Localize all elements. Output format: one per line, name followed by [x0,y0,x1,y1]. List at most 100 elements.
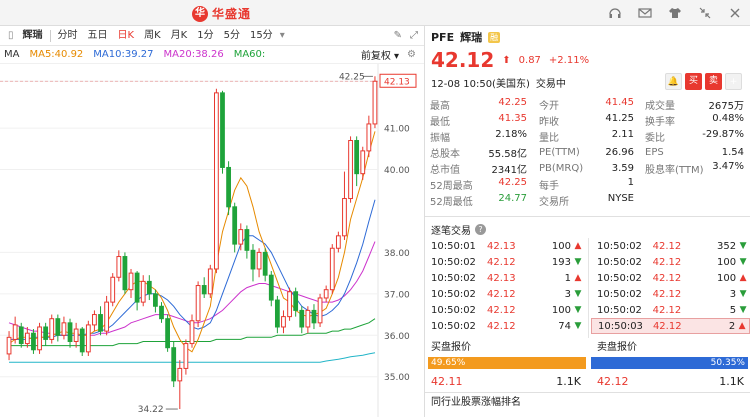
tab-period-weekly-k[interactable]: 周K [139,26,166,46]
candle-body [183,343,189,369]
stats-value: 2675万 [708,100,744,112]
stats-value: 2.18% [495,128,527,140]
chevron-down-icon: ▾ [390,51,400,62]
stats-value: 41.45 [605,96,634,108]
industry-ranking-header[interactable]: 同行业股票涨幅排名 [425,392,750,412]
sell-button[interactable]: 卖 [705,73,722,90]
candle-body [256,251,262,270]
arrow-up-icon: ▲ [574,273,582,283]
brand-logo: 华 华盛通 [192,5,251,22]
stats-row: 52周最低 24.77 交易所 NYSE [425,192,750,208]
adjust-label: 前复权 [360,51,391,62]
stats-cell: 总市值 2341亿 [425,161,533,176]
candle-body [43,326,49,340]
title-bar: 华 华盛通 [0,0,750,26]
candle-body [238,229,244,245]
divider [425,216,750,217]
ma-indicator-row: MA MA5:40.92 MA10:39.27 MA20:38.26 MA60:… [0,46,424,64]
title-icons [608,6,742,20]
tab-period-daily-k[interactable]: 日K [113,26,140,46]
trade-volume: 100 [717,256,737,268]
arrow-up-icon: ▲ [739,273,747,283]
help-icon[interactable]: ? [475,223,486,235]
stats-value: 26.96 [605,146,634,158]
stats-value: 2341亿 [491,164,527,176]
trade-time: 10:50:02 [431,304,476,316]
trade-row: 10:50:02 42.13 1 ▲ [425,270,587,286]
candle-body [165,318,170,349]
candle-body [189,320,195,345]
stock-code: PFE [431,30,455,44]
alert-bell-button[interactable]: 🔔 [665,73,682,90]
tab-period-5day[interactable]: 五日 [83,26,113,46]
fullscreen-icon[interactable]: ⤢ [410,30,418,41]
trade-row: 10:50:02 42.12 74 ▼ [425,318,587,334]
y-tick-label: 36.00 [384,332,410,342]
trades-list-right: 10:50:02 42.12 352 ▼ 10:50:02 42.12 100 ▼ 10:50:… [591,238,750,334]
candlestick-chart[interactable]: 42.1341.0040.0038.0037.0036.0035.0042.13… [0,64,425,417]
candle-body [329,247,335,291]
candle-body [6,336,12,355]
headset-icon[interactable] [608,6,622,20]
stats-label: 换手率 [645,116,675,128]
draw-pen-icon[interactable]: ✎ [394,30,402,41]
trade-row: 10:50:02 42.12 3 ▼ [425,286,587,302]
divider [588,238,589,338]
stats-value: 24.77 [498,192,527,204]
trade-price: 42.13 [487,240,516,252]
ask-label: 卖盘报价 [597,342,637,353]
trade-row: 10:50:01 42.13 100 ▲ [425,238,587,254]
trade-volume: 2 [728,320,736,332]
candle-body [372,80,378,125]
tab-period-5min[interactable]: 5分 [219,26,245,46]
trade-time: 10:50:02 [597,272,642,284]
stats-label: 委比 [645,132,665,144]
candle-body [201,285,207,295]
trade-row: 10:50:02 42.12 193 ▼ [425,254,587,270]
tab-period-monthly-k[interactable]: 月K [166,26,193,46]
tab-period-timeshare[interactable]: 分时 [53,26,83,46]
more-periods-icon[interactable]: ▾ [278,26,287,46]
trade-volume: 193 [551,256,571,268]
shirt-icon[interactable] [668,6,682,20]
stats-value: 1.54 [721,146,744,158]
stats-label: 成交量 [645,100,675,112]
stats-label: 每手 [539,180,559,192]
buy-button[interactable]: 买 [685,73,702,90]
stats-cell: 最高 42.25 [425,97,533,112]
candle-body [342,198,347,237]
trade-time: 10:50:02 [431,288,476,300]
collapse-icon[interactable] [698,6,712,20]
tab-period-1min[interactable]: 1分 [192,26,218,46]
candle-body [232,206,238,245]
price-change-pct: +2.11% [548,54,590,66]
trade-price: 42.12 [487,304,516,316]
candle-body [110,276,116,303]
trade-time: 10:50:01 [431,240,476,252]
settings-gear-icon[interactable]: ⚙ [407,49,416,60]
close-icon[interactable] [728,6,742,20]
trade-price: 42.12 [652,240,682,252]
chart-tool-icons: ✎ ⤢ [394,30,424,41]
trade-time: 10:50:03 [598,320,643,332]
candle-body [146,280,152,295]
ma-label[interactable]: MA [4,49,19,60]
trade-volume: 1 [564,272,571,284]
trade-volume: 352 [717,240,737,252]
y-tick-label: 41.00 [384,125,410,135]
panel-toggle-icon[interactable]: ▯ [4,26,18,46]
quote-actions: 🔔 买 卖 + [665,73,742,90]
candle-body [366,123,372,152]
candle-body [244,229,250,251]
trade-price: 42.12 [652,256,682,268]
stats-cell: EPS 1.54 [639,147,750,158]
ma-extra-line [9,352,376,363]
trade-price: 42.12 [652,288,682,300]
candle-body [73,328,79,342]
add-watchlist-button[interactable]: + [725,73,742,90]
adjust-dropdown[interactable]: 前复权 ▾ [361,47,399,62]
mail-icon[interactable] [638,6,652,20]
tab-period-15min[interactable]: 15分 [245,26,278,46]
ma10-value: MA10:39.27 [93,49,154,60]
industry-ranking-title: 同行业股票涨幅排名 [431,397,521,408]
